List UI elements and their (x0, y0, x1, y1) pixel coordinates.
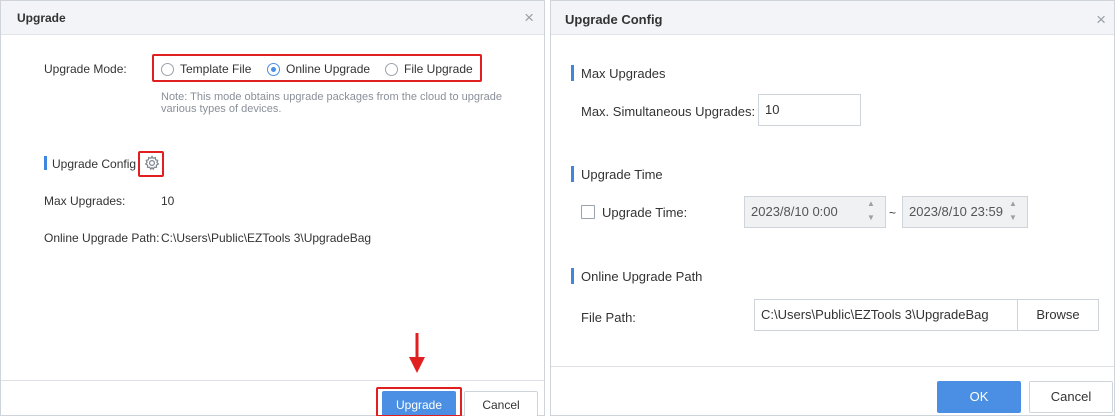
online-path-section-title: Online Upgrade Path (581, 269, 703, 284)
section-marker (571, 65, 574, 81)
range-separator: ~ (889, 206, 897, 220)
max-upgrades-value: 10 (161, 194, 175, 208)
online-path-value: C:\Users\Public\EZTools 3\UpgradeBag (161, 231, 372, 245)
max-upgrades-section-title: Max Upgrades (581, 66, 666, 81)
close-icon[interactable]: × (1096, 10, 1106, 30)
file-path-label: File Path: (581, 310, 636, 325)
upgrade-mode-label: Upgrade Mode: (44, 62, 127, 76)
max-simultaneous-input[interactable]: 10 (758, 94, 861, 126)
red-arrow-icon (409, 333, 425, 373)
gear-icon[interactable] (143, 154, 161, 172)
radio-selected-icon (267, 62, 280, 76)
spin-up-icon[interactable]: ▲ (1009, 199, 1017, 208)
mode-note: Note: This mode obtains upgrade packages… (161, 91, 503, 115)
radio-template-file[interactable]: Template File (161, 62, 251, 76)
radio-file-upgrade[interactable]: File Upgrade (385, 62, 473, 76)
upgrade-time-section-title: Upgrade Time (581, 167, 663, 182)
spin-down-icon[interactable]: ▼ (1009, 213, 1017, 222)
radio-circle-icon (161, 62, 174, 76)
section-marker (571, 166, 574, 182)
spin-up-icon[interactable]: ▲ (867, 199, 875, 208)
section-marker (44, 156, 47, 170)
config-dialog-title: Upgrade Config (565, 12, 663, 27)
radio-label: File Upgrade (404, 62, 473, 76)
upgrade-button[interactable]: Upgrade (382, 391, 456, 416)
upgrade-config-title: Upgrade Config (52, 157, 137, 171)
close-icon[interactable]: × (524, 8, 534, 28)
section-marker (571, 268, 574, 284)
radio-circle-icon (385, 62, 398, 76)
ok-button[interactable]: OK (937, 381, 1021, 413)
max-simultaneous-label: Max. Simultaneous Upgrades: (581, 104, 756, 119)
upgrade-dialog-title: Upgrade (17, 11, 66, 25)
upgrade-dialog-footer (1, 380, 544, 415)
radio-label: Template File (180, 62, 252, 76)
spin-down-icon[interactable]: ▼ (867, 213, 875, 222)
cancel-button[interactable]: Cancel (464, 391, 538, 416)
browse-button[interactable]: Browse (1017, 299, 1099, 331)
upgrade-time-checkbox[interactable] (581, 205, 595, 219)
radio-label: Online Upgrade (286, 62, 371, 76)
cancel-button[interactable]: Cancel (1029, 381, 1113, 413)
online-path-label: Online Upgrade Path: (44, 231, 160, 245)
file-path-input[interactable]: C:\Users\Public\EZTools 3\UpgradeBag (754, 299, 1018, 331)
upgrade-time-label: Upgrade Time: (602, 205, 688, 220)
upgrade-dialog: Upgrade × Upgrade Mode: Template File On… (0, 0, 545, 416)
radio-online-upgrade[interactable]: Online Upgrade (267, 62, 370, 76)
upgrade-dialog-header: Upgrade × (1, 1, 544, 35)
max-upgrades-label: Max Upgrades: (44, 194, 126, 208)
start-time-input[interactable]: 2023/8/10 0:00 (744, 196, 886, 228)
upgrade-config-dialog: Upgrade Config × Max Upgrades Max. Simul… (550, 0, 1115, 416)
config-dialog-header: Upgrade Config × (551, 1, 1114, 35)
